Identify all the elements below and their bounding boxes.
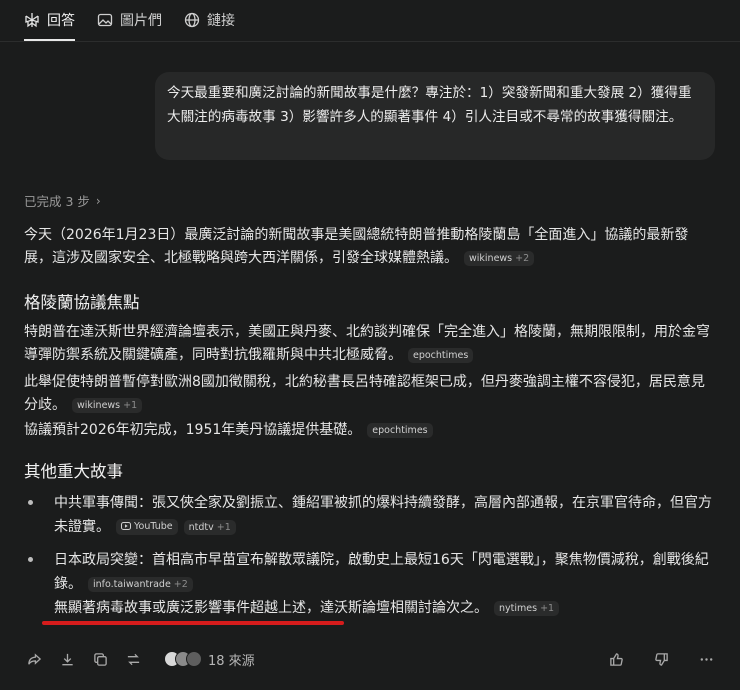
section-heading-other-stories: 其他重大故事 (24, 462, 123, 481)
thumbs-up-icon (609, 652, 623, 666)
rewrite-button[interactable] (123, 649, 143, 669)
list-item-continuation: 無顯著病毒故事或廣泛影響事件超越上述，達沃斯論壇相關討論次之。 nytimes +1 (54, 596, 714, 620)
youtube-icon (121, 522, 131, 530)
share-icon (27, 652, 41, 665)
thumbs-down-icon (654, 652, 668, 666)
citation-badge[interactable]: nytimes +1 (494, 601, 560, 616)
tab-answer[interactable]: 回答 (24, 0, 75, 41)
chevron-right-icon: › (95, 193, 101, 208)
sources-count: 18 來源 (208, 653, 255, 669)
citation-source: wikinews (469, 253, 513, 264)
list-item: 日本政局突變：首相高市早苗宣布解散眾議院，啟動史上最短16天「閃電選戰」，聚焦物… (28, 548, 714, 596)
user-query-bubble: 今天最重要和廣泛討論的新聞故事是什麼？專注於：1）突發新聞和重大發展 2）獲得重… (155, 72, 715, 160)
steps-label: 已完成 3 步 (24, 194, 90, 209)
paragraph: 協議預計2026年初完成，1951年美丹協議提供基礎。 epochtimes (24, 419, 714, 442)
tab-images[interactable]: 圖片們 (97, 0, 162, 40)
paragraph-text: 協議預計2026年初完成，1951年美丹協議提供基礎。 (24, 422, 362, 438)
more-options-button[interactable] (696, 649, 716, 669)
tab-label: 圖片們 (120, 13, 162, 29)
citation-source: epochtimes (372, 425, 428, 436)
feedback-actions (606, 649, 716, 669)
tab-divider (0, 41, 740, 42)
more-horizontal-icon (700, 657, 712, 661)
citation-badge[interactable]: wikinews +2 (464, 251, 535, 266)
citation-more: +1 (216, 522, 231, 533)
red-underline-annotation (42, 621, 344, 625)
steps-toggle[interactable]: 已完成 3 步 › (24, 191, 101, 210)
share-button[interactable] (24, 649, 44, 669)
source-favicons (164, 651, 202, 667)
citation-badge[interactable]: wikinews +1 (72, 398, 143, 413)
citation-more: +2 (173, 579, 188, 590)
image-icon (97, 13, 113, 27)
perplexity-logo-icon (25, 13, 39, 28)
paragraph: 此舉促使特朗普暫停對歐洲8國加徵關稅，北約秘書長呂特確認框架已成，但丹麥強調主權… (24, 371, 714, 417)
answer-action-bar: 18 來源 (24, 649, 716, 669)
download-icon (61, 653, 73, 665)
globe-icon (184, 12, 200, 28)
list-item-text: 無顯著病毒故事或廣泛影響事件超越上述，達沃斯論壇相關討論次之。 (54, 600, 488, 616)
copy-button[interactable] (90, 649, 110, 669)
citation-source: nytimes (499, 603, 538, 614)
export-button[interactable] (57, 649, 77, 669)
copy-icon (93, 652, 107, 666)
citation-badge[interactable]: ntdtv +1 (183, 520, 236, 535)
paragraph: 特朗普在達沃斯世界經濟論壇表示，美國正與丹麥、北約談判確保「完全進入」格陵蘭，無… (24, 321, 714, 367)
citation-badge[interactable]: info.taiwantrade +2 (88, 577, 193, 592)
citation-source: ntdtv (188, 522, 214, 533)
tab-label: 鏈接 (207, 13, 235, 29)
citation-more: +1 (123, 400, 138, 411)
rewrite-icon (127, 653, 139, 665)
thumbs-down-button[interactable] (651, 649, 671, 669)
user-query-text: 今天最重要和廣泛討論的新聞故事是什麼？專注於：1）突發新聞和重大發展 2）獲得重… (167, 85, 692, 125)
section-heading-greenland: 格陵蘭協議焦點 (24, 293, 140, 312)
answer-intro: 今天（2026年1月23日）最廣泛討論的新聞故事是美國總統特朗普推動格陵蘭島「全… (24, 224, 714, 270)
citation-badge-youtube[interactable]: YouTube (116, 518, 178, 535)
citation-badge[interactable]: epochtimes (367, 423, 433, 438)
tab-bar: 回答 圖片們 鏈接 (24, 0, 235, 41)
sources-button[interactable]: 18 來源 (164, 650, 255, 669)
citation-source: info.taiwantrade (93, 579, 171, 590)
intro-text: 今天（2026年1月23日）最廣泛討論的新聞故事是美國總統特朗普推動格陵蘭島「全… (24, 227, 689, 266)
tab-links[interactable]: 鏈接 (184, 0, 235, 40)
source-favicon-icon (186, 651, 202, 667)
list-item: 中共軍事傳聞：張又俠全家及劉振立、鍾紹軍被抓的爆料持續發酵，高層內部通報，在京軍… (28, 491, 714, 539)
citation-source: epochtimes (413, 350, 469, 361)
paragraph-text: 特朗普在達沃斯世界經濟論壇表示，美國正與丹麥、北約談判確保「完全進入」格陵蘭，無… (24, 324, 710, 363)
citation-badge[interactable]: epochtimes (408, 348, 474, 363)
citation-source: YouTube (134, 520, 173, 532)
citation-more: +1 (540, 603, 555, 614)
tab-label: 回答 (47, 13, 75, 29)
citation-source: wikinews (77, 400, 121, 411)
thumbs-up-button[interactable] (606, 649, 626, 669)
bullet-dot (28, 557, 33, 562)
citation-more: +2 (515, 253, 530, 264)
bullet-dot (28, 500, 33, 505)
